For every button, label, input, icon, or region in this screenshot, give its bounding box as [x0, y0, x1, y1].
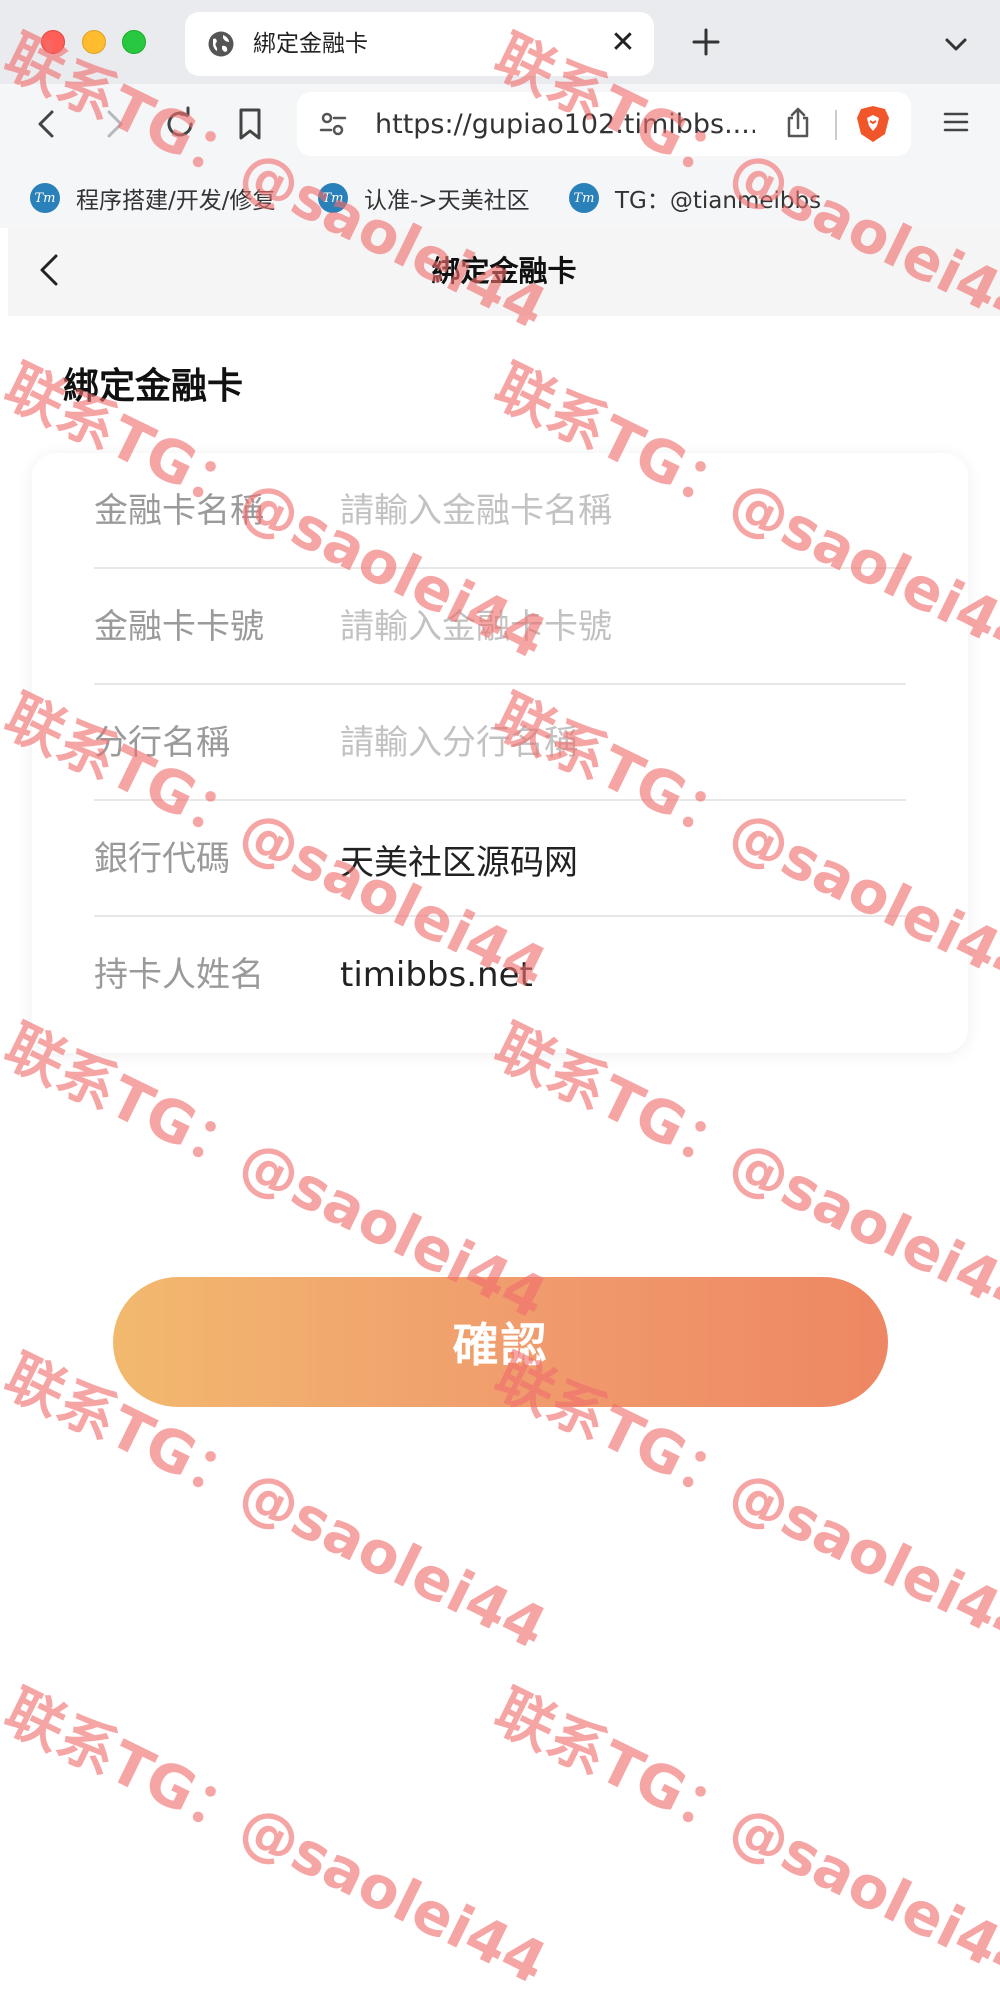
window-minimize-button[interactable]: [82, 30, 106, 54]
bookmark-icon[interactable]: [230, 104, 270, 144]
tm-logo-icon: Tm: [318, 183, 348, 213]
bank-code-label: 銀行代碼: [94, 839, 230, 879]
form-row-cardholder-name: 持卡人姓名: [94, 917, 906, 1033]
tab-bar: 綁定金融卡 ✕: [0, 0, 1000, 84]
confirm-button[interactable]: 確認: [113, 1277, 888, 1407]
address-bar[interactable]: https://gupiao102.timibbs....: [297, 92, 911, 156]
app-header: 綁定金融卡: [8, 228, 1000, 316]
cardholder-name-label: 持卡人姓名: [94, 955, 264, 995]
globe-icon: [208, 31, 234, 57]
new-tab-icon[interactable]: [684, 20, 728, 64]
hamburger-menu-icon[interactable]: [940, 106, 972, 138]
card-number-input[interactable]: [340, 597, 900, 657]
bind-card-form: 金融卡名稱 金融卡卡號 分行名稱 銀行代碼 持卡人姓名: [32, 453, 968, 1053]
card-name-input[interactable]: [340, 481, 900, 541]
bookmark-label: TG：@tianmeibbs: [615, 188, 822, 214]
bookmark-label: 认准->天美社区: [364, 188, 530, 214]
section-title: 綁定金融卡: [63, 366, 244, 407]
bank-code-input[interactable]: [340, 829, 900, 889]
window-close-button[interactable]: [41, 30, 65, 54]
bookmark-label: 程序搭建/开发/修复: [76, 188, 276, 214]
share-icon[interactable]: [781, 106, 815, 140]
branch-name-label: 分行名稱: [94, 723, 230, 763]
url-text[interactable]: https://gupiao102.timibbs....: [375, 109, 755, 141]
active-tab[interactable]: 綁定金融卡 ✕: [185, 12, 654, 76]
back-arrow-icon[interactable]: [27, 104, 67, 144]
address-bar-divider: [835, 110, 837, 140]
page-title: 綁定金融卡: [431, 254, 577, 288]
form-row-bank-code: 銀行代碼: [94, 801, 906, 917]
reload-icon[interactable]: [160, 104, 200, 144]
form-row-card-name: 金融卡名稱: [94, 453, 906, 569]
form-row-card-number: 金融卡卡號: [94, 569, 906, 685]
brave-shield-icon[interactable]: [855, 104, 891, 144]
bookmark-item[interactable]: Tm TG：@tianmeibbs: [569, 180, 821, 216]
tab-title: 綁定金融卡: [253, 31, 368, 57]
bookmark-item[interactable]: Tm 程序搭建/开发/修复: [30, 180, 276, 216]
tm-logo-icon: Tm: [569, 183, 599, 213]
bookmarks-bar: Tm 程序搭建/开发/修复 Tm 认准->天美社区 Tm TG：@tianmei…: [0, 176, 1000, 228]
tab-close-icon[interactable]: ✕: [608, 28, 638, 58]
site-settings-icon[interactable]: [317, 108, 349, 140]
forward-arrow-icon[interactable]: [94, 104, 134, 144]
cardholder-name-input[interactable]: [340, 945, 900, 1005]
web-page: 綁定金融卡 綁定金融卡 金融卡名稱 金融卡卡號 分行名稱 銀行代碼 持卡人姓名: [8, 228, 1000, 2014]
bookmark-item[interactable]: Tm 认准->天美社区: [318, 180, 530, 216]
form-row-branch-name: 分行名稱: [94, 685, 906, 801]
browser-toolbar: https://gupiao102.timibbs....: [0, 84, 1000, 176]
card-number-label: 金融卡卡號: [94, 607, 264, 647]
branch-name-input[interactable]: [340, 713, 900, 773]
tm-logo-icon: Tm: [30, 183, 60, 213]
card-name-label: 金融卡名稱: [94, 491, 264, 531]
browser-window: 綁定金融卡 ✕ https://gupiao102.timibbs.... Tm…: [0, 0, 1000, 2014]
window-maximize-button[interactable]: [122, 30, 146, 54]
chevron-down-icon[interactable]: [940, 28, 972, 60]
